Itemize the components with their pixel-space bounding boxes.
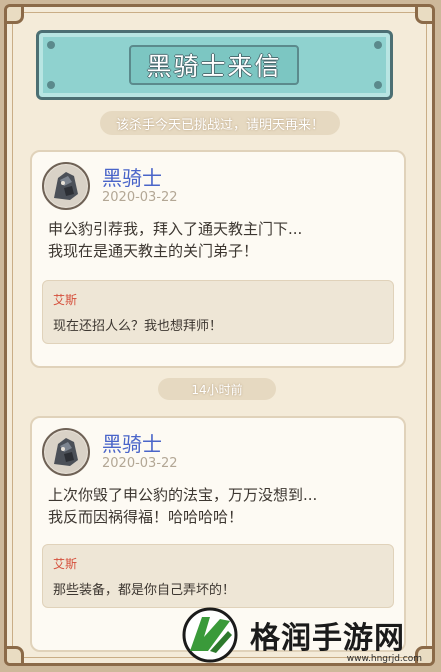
rivet-icon xyxy=(47,81,55,89)
sender-name: 黑骑士 xyxy=(102,432,162,456)
black-knight-avatar-icon xyxy=(45,431,87,473)
reply-text: 那些装备，都是你自己弄坏的！ xyxy=(53,583,236,598)
message-body: 上次你毁了申公豹的法宝，万万没想到... 我反而因祸得福！哈哈哈哈！ xyxy=(48,484,317,528)
frame-corner xyxy=(7,646,24,663)
time-divider: 14小时前 xyxy=(158,378,276,400)
page-title: 黑骑士来信 xyxy=(146,52,282,81)
frame-corner xyxy=(7,7,24,24)
rivet-icon xyxy=(374,41,382,49)
message-line: 我反而因祸得福！哈哈哈哈！ xyxy=(48,508,244,526)
watermark-logo-icon xyxy=(180,607,242,663)
rivet-icon xyxy=(374,81,382,89)
watermark-text: 格润手游网 xyxy=(250,621,405,656)
message-line: 申公豹引荐我，拜入了通天教主门下... xyxy=(48,220,303,238)
watermark-url: www.hngrjd.com xyxy=(346,654,422,664)
message-date: 2020-03-22 xyxy=(102,456,178,471)
rivet-icon xyxy=(47,41,55,49)
reply-text: 现在还招人么？我也想拜师！ xyxy=(53,319,223,334)
sender-name: 黑骑士 xyxy=(102,166,162,190)
message-body: 申公豹引荐我，拜入了通天教主门下... 我现在是通天教主的关门弟子！ xyxy=(48,218,302,262)
challenge-notice: 该杀手今天已挑战过，请明天再来！ xyxy=(100,111,340,135)
message-line: 我现在是通天教主的关门弟子！ xyxy=(48,242,259,260)
black-knight-avatar-icon xyxy=(45,165,87,207)
avatar[interactable] xyxy=(42,428,90,476)
avatar[interactable] xyxy=(42,162,90,210)
reply-author: 艾斯 xyxy=(53,557,78,571)
frame-corner xyxy=(415,7,432,24)
reply-author: 艾斯 xyxy=(53,293,78,307)
title-plate: 黑骑士来信 xyxy=(129,45,299,85)
message-date: 2020-03-22 xyxy=(102,190,178,205)
reply-box[interactable]: 艾斯 那些装备，都是你自己弄坏的！ xyxy=(42,544,394,608)
message-line: 上次你毁了申公豹的法宝，万万没想到... xyxy=(48,486,318,504)
site-watermark: 格润手游网 www.hngrjd.com xyxy=(180,606,430,664)
reply-box[interactable]: 艾斯 现在还招人么？我也想拜师！ xyxy=(42,280,394,344)
letter-card[interactable]: 黑骑士 2020-03-22 申公豹引荐我，拜入了通天教主门下... 我现在是通… xyxy=(30,150,406,368)
title-banner: 黑骑士来信 xyxy=(36,30,393,100)
